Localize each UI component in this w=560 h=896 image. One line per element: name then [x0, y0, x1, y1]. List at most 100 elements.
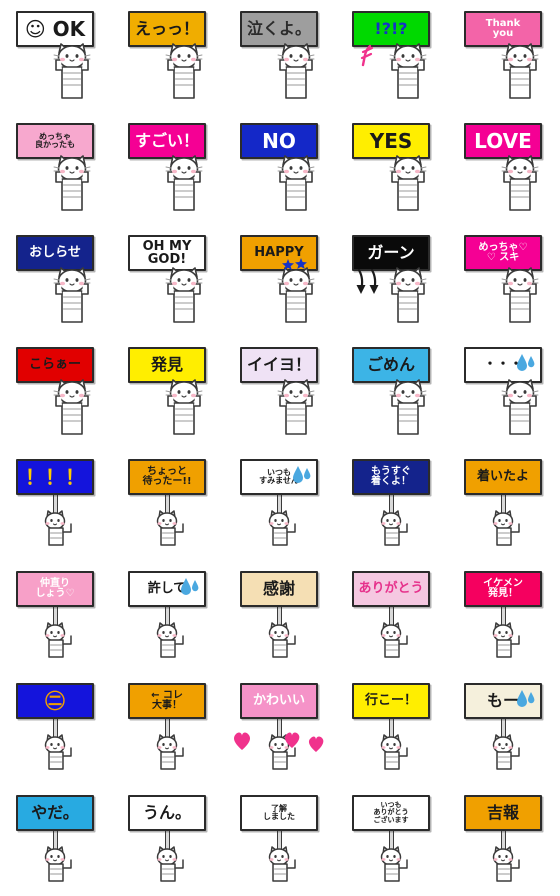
sign-text: 感謝	[262, 578, 295, 598]
sticker-cell-interrobang[interactable]: !?!?	[336, 0, 448, 112]
cat-character	[50, 152, 94, 214]
sticker-cell-iiyo[interactable]: イイヨ！	[224, 336, 336, 448]
sign-text: もうすぐ 着くよ！	[371, 465, 411, 487]
sticker-cell-gaan[interactable]: ガーン	[336, 224, 448, 336]
sign-text: ！！！	[25, 464, 85, 489]
sticker-cell-itsumo-sumimasen[interactable]: いつも すみません	[224, 448, 336, 560]
sticker-meccha-suki: めっちゃ♡ ♡ スキ	[448, 224, 560, 336]
down-arrow-decoration	[356, 268, 379, 294]
cat-character	[274, 376, 318, 438]
sticker-iiyo: イイヨ！	[224, 336, 336, 448]
sign-text: イイヨ！	[246, 354, 311, 374]
sticker-cell-nakanaori[interactable]: 仲直り しょう♡	[0, 560, 112, 672]
sticker-cell-ikemen-hakken[interactable]: イケメン 発見！	[448, 560, 560, 672]
sign-board-ikoo: 行こー！	[352, 683, 430, 719]
sign-text: 吉報	[486, 802, 519, 822]
sticker-kore-daiji: ← コレ 大事！	[112, 672, 224, 784]
sticker-cell-meccha-yokatta[interactable]: めっちゃ 良かったも	[0, 112, 112, 224]
sticker-cell-hakken[interactable]: 発見	[112, 336, 224, 448]
sticker-cell-un[interactable]: うん。	[112, 784, 224, 896]
sticker-cell-yes[interactable]: YES	[336, 112, 448, 224]
sticker-cell-dots-sweat[interactable]: ・・・	[448, 336, 560, 448]
sticker-un: うん。	[112, 784, 224, 896]
sticker-cell-koraa[interactable]: こらぁー	[0, 336, 112, 448]
sign-board-ryoukai: 了解 しました	[240, 795, 318, 831]
cat-character	[162, 40, 206, 102]
sign-text: ・・・	[483, 357, 523, 373]
sign-text: 泣くよ。	[246, 18, 311, 38]
sign-text: もー	[486, 690, 519, 710]
sign-board-exclaim3: ！！！	[16, 459, 94, 495]
sticker-cell-chotto-matta[interactable]: ちょっと 待ったー!!	[112, 448, 224, 560]
sign-board-tsuitayo: 着いたよ	[464, 459, 542, 495]
cat-character	[378, 620, 412, 660]
cat-character	[274, 40, 318, 102]
cat-character	[386, 40, 430, 102]
sticker-cell-yurushite[interactable]: 許して	[112, 560, 224, 672]
sign-text: やだ。	[31, 802, 79, 822]
sticker-cell-ryoukai[interactable]: 了解 しました	[224, 784, 336, 896]
sign-board-chotto-matta: ちょっと 待ったー!!	[128, 459, 206, 495]
sticker-cell-kansha[interactable]: 感謝	[224, 560, 336, 672]
sticker-oshirase: おしらせ	[0, 224, 112, 336]
sticker-interrobang: !?!?	[336, 0, 448, 112]
sticker-thankyou: Thank you	[448, 0, 560, 112]
sign-board-kawaii: かわいい	[240, 683, 318, 719]
sticker-cell-moo[interactable]: もー	[448, 672, 560, 784]
sticker-cell-arigatou[interactable]: ありがとう	[336, 560, 448, 672]
sticker-cell-tsuitayo[interactable]: 着いたよ	[448, 448, 560, 560]
sticker-yes: YES	[336, 112, 448, 224]
sign-board-moo: もー	[464, 683, 542, 719]
sign-text: すごい！	[134, 130, 199, 150]
sticker-cell-kawaii[interactable]: かわいい	[224, 672, 336, 784]
sticker-cell-kore-daiji[interactable]: ← コレ 大事！	[112, 672, 224, 784]
sign-text: ごめん	[366, 354, 415, 374]
sticker-cell-kippou[interactable]: 吉報	[448, 784, 560, 896]
sticker-cell-sugoi[interactable]: すごい！	[112, 112, 224, 224]
sticker-cell-itsumo-arigatou[interactable]: いつも ありがとう ございます	[336, 784, 448, 896]
sticker-cell-no[interactable]: NO	[224, 112, 336, 224]
cat-character	[490, 844, 524, 884]
sign-text: こらぁー	[28, 357, 81, 373]
sticker-cell-ohmygod[interactable]: OH MY GOD!	[112, 224, 224, 336]
sticker-nakuyo: 泣くよ。	[224, 0, 336, 112]
sticker-cell-maruhi[interactable]: ㊁	[0, 672, 112, 784]
sign-text: ありがとう	[358, 581, 424, 597]
cat-character	[378, 732, 412, 772]
sticker-cell-meccha-suki[interactable]: めっちゃ♡ ♡ スキ	[448, 224, 560, 336]
sticker-cell-exclaim3[interactable]: ！！！	[0, 448, 112, 560]
cat-character	[498, 376, 542, 438]
sticker-no: NO	[224, 112, 336, 224]
cat-character	[498, 264, 542, 326]
sticker-cell-ikoo[interactable]: 行こー！	[336, 672, 448, 784]
sticker-cell-ettsu[interactable]: えっっ！	[112, 0, 224, 112]
sticker-cell-mousugu-tsuku[interactable]: もうすぐ 着くよ！	[336, 448, 448, 560]
sticker-ikemen-hakken: イケメン 発見！	[448, 560, 560, 672]
cat-character	[42, 508, 76, 548]
sticker-nakanaori: 仲直り しょう♡	[0, 560, 112, 672]
sticker-cell-happy[interactable]: HAPPY	[224, 224, 336, 336]
sign-text: 許して	[147, 581, 187, 597]
sticker-cell-yada[interactable]: やだ。	[0, 784, 112, 896]
cat-character	[490, 732, 524, 772]
sticker-cell-gomen[interactable]: ごめん	[336, 336, 448, 448]
sign-text: Thank you	[485, 17, 521, 39]
sticker-mousugu-tsuku: もうすぐ 着くよ！	[336, 448, 448, 560]
sign-board-itsumo-arigatou: いつも ありがとう ございます	[352, 795, 430, 831]
sign-text: 行こー！	[364, 693, 417, 709]
sticker-arigatou: ありがとう	[336, 560, 448, 672]
sticker-cell-ok[interactable]: ☺ OK	[0, 0, 112, 112]
sticker-yurushite: 許して	[112, 560, 224, 672]
sticker-cell-thankyou[interactable]: Thank you	[448, 0, 560, 112]
sticker-kansha: 感謝	[224, 560, 336, 672]
sign-board-kore-daiji: ← コレ 大事！	[128, 683, 206, 719]
sticker-cell-oshirase[interactable]: おしらせ	[0, 224, 112, 336]
sign-board-kansha: 感謝	[240, 571, 318, 607]
sign-text: YES	[369, 128, 413, 153]
cat-character	[154, 844, 188, 884]
sign-text: OH MY GOD!	[142, 238, 192, 267]
sticker-love: LOVE	[448, 112, 560, 224]
sticker-cell-love[interactable]: LOVE	[448, 112, 560, 224]
sign-text: めっちゃ 良かったも	[35, 131, 75, 149]
sticker-cell-nakuyo[interactable]: 泣くよ。	[224, 0, 336, 112]
